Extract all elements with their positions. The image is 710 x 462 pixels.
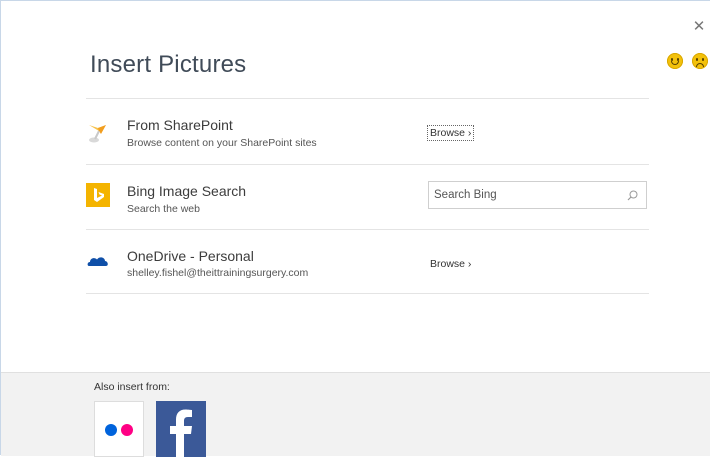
source-row-sharepoint: From SharePoint Browse content on your S…	[86, 99, 649, 163]
sharepoint-icon	[86, 121, 110, 145]
facebook-tile[interactable]	[156, 401, 206, 457]
search-icon[interactable]	[627, 190, 638, 201]
bing-search-box	[428, 181, 647, 209]
facebook-icon	[170, 409, 192, 457]
onedrive-icon	[86, 250, 110, 274]
sharepoint-browse-button[interactable]: Browse ›	[426, 125, 475, 141]
flickr-tile[interactable]	[94, 401, 144, 457]
also-insert-label: Also insert from:	[94, 381, 170, 393]
close-icon[interactable]: ✕	[691, 19, 707, 35]
insert-pictures-dialog: ✕ Insert Pictures From SharePoint Browse…	[0, 0, 710, 457]
sharepoint-description: Browse content on your SharePoint sites	[127, 137, 317, 149]
bing-description: Search the web	[127, 203, 200, 215]
frown-icon[interactable]	[692, 53, 708, 69]
source-row-bing: Bing Image Search Search the web	[86, 165, 649, 229]
onedrive-description: shelley.fishel@theittrainingsurgery.com	[127, 267, 309, 279]
bing-search-input[interactable]	[434, 187, 619, 203]
also-insert-footer: Also insert from:	[1, 372, 710, 457]
dialog-title: Insert Pictures	[90, 51, 247, 78]
smile-icon[interactable]	[667, 53, 683, 69]
bing-icon	[86, 183, 110, 207]
onedrive-title: OneDrive - Personal	[127, 248, 254, 264]
source-row-onedrive: OneDrive - Personal shelley.fishel@theit…	[86, 230, 649, 294]
bing-title: Bing Image Search	[127, 183, 247, 199]
onedrive-browse-button[interactable]: Browse ›	[428, 257, 473, 271]
sharepoint-title: From SharePoint	[127, 117, 233, 133]
feedback-buttons	[667, 53, 708, 69]
divider	[86, 293, 649, 294]
